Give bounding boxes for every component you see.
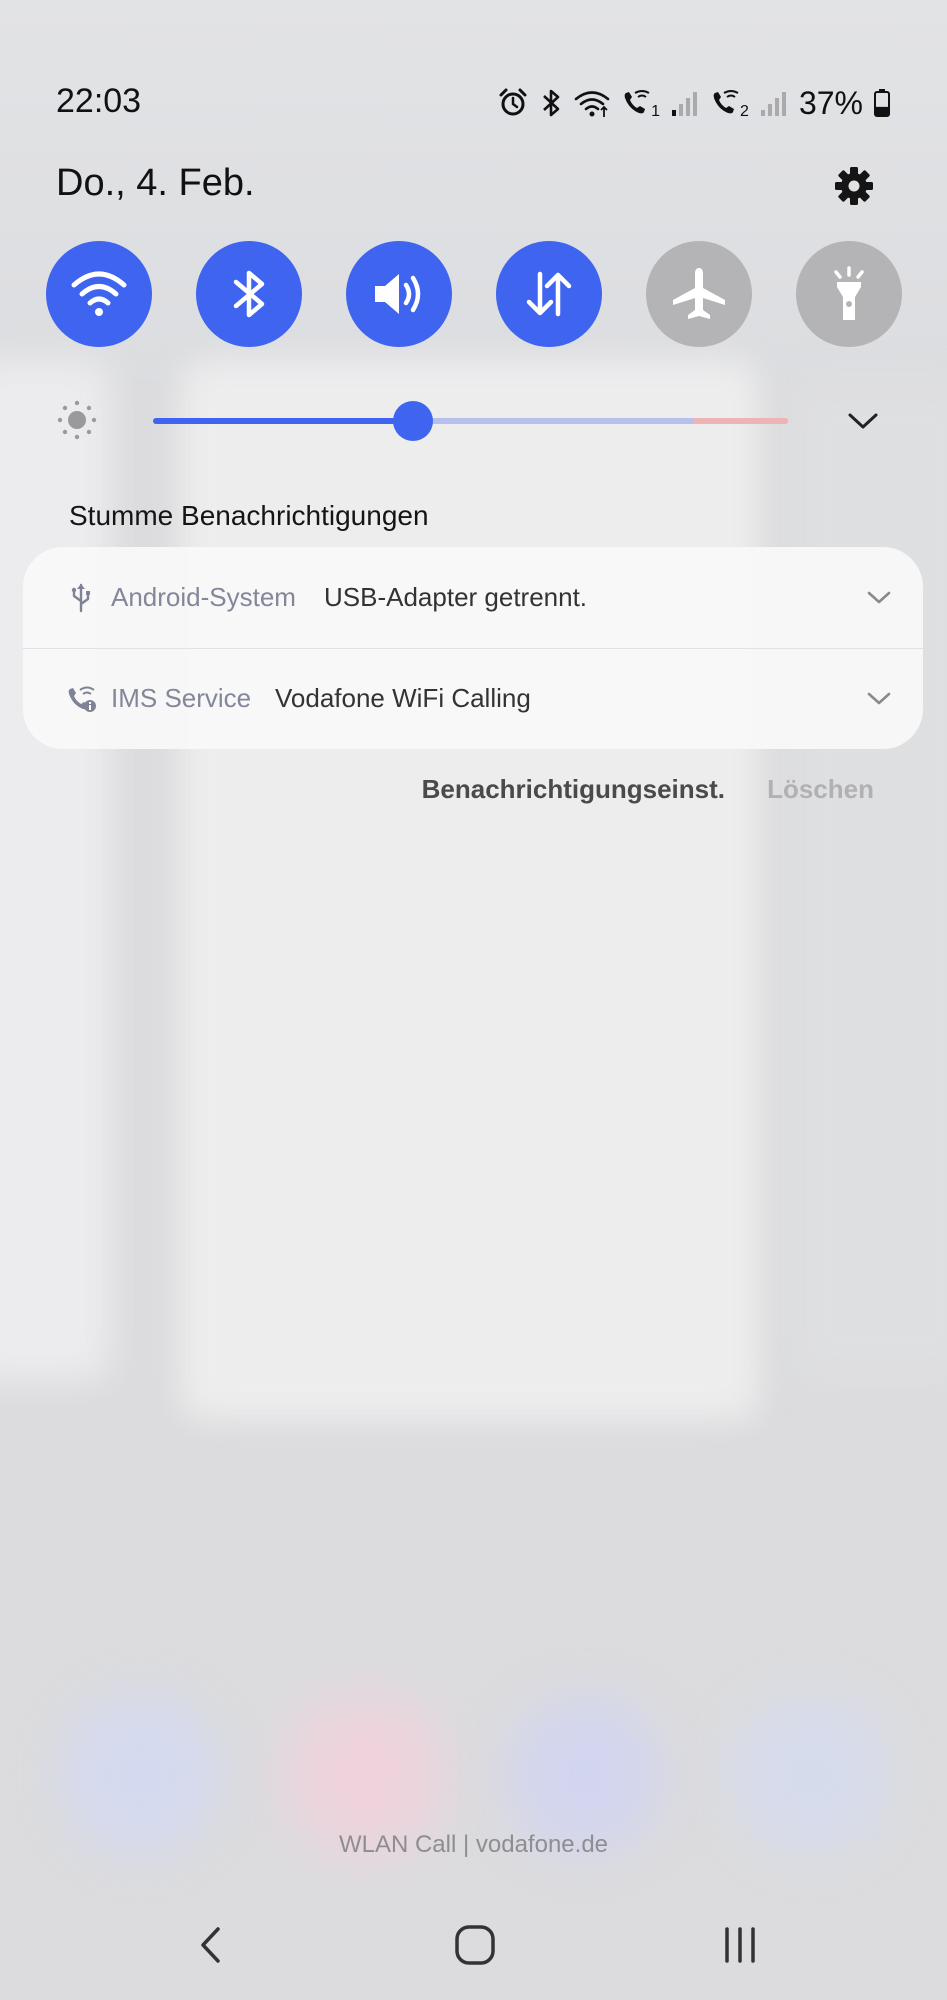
signal-sim1-icon	[670, 86, 700, 120]
brightness-control	[0, 395, 947, 445]
speaker-icon	[375, 274, 421, 314]
brightness-warning-zone	[692, 418, 788, 424]
wifi-icon	[573, 86, 611, 120]
clock: 22:03	[56, 82, 142, 120]
notification-settings-button[interactable]: Benachrichtigungseinst.	[422, 774, 725, 805]
carrier-label: WLAN Call | vodafone.de	[338, 1831, 609, 1858]
status-icons: 1 2 37%	[497, 82, 891, 124]
expand-panel-button[interactable]	[843, 401, 883, 441]
wifi-call-sim2-icon: 2	[710, 86, 749, 120]
wifi-call-icon	[65, 683, 97, 715]
clear-notifications-button[interactable]: Löschen	[767, 774, 874, 805]
chevron-down-icon	[848, 413, 878, 429]
usb-icon	[65, 582, 97, 614]
navigation-bar	[0, 1915, 947, 1975]
notification-app-name: IMS Service	[111, 683, 252, 713]
quick-settings	[46, 241, 902, 347]
bluetooth-icon	[539, 86, 563, 120]
signal-sim2-icon	[759, 86, 789, 120]
brightness-slider-fill	[153, 418, 414, 424]
expand-notification-button[interactable]	[863, 582, 895, 614]
wifi-call-sim1-icon: 1	[621, 86, 660, 120]
chevron-down-icon	[867, 692, 891, 704]
toggle-flashlight[interactable]	[796, 241, 902, 347]
brightness-slider-track[interactable]	[153, 418, 788, 424]
chevron-down-icon	[867, 591, 891, 603]
back-icon	[201, 1927, 220, 1963]
date-label: Do., 4. Feb.	[56, 162, 255, 204]
notification-text: USB-Adapter getrennt.	[324, 582, 588, 612]
data-arrows-icon	[526, 271, 572, 317]
toggle-bluetooth[interactable]	[196, 241, 302, 347]
toggle-airplane-mode[interactable]	[646, 241, 752, 347]
sim1-label: 1	[651, 103, 661, 120]
notification-item[interactable]: Android-System USB-Adapter getrennt.	[23, 547, 923, 649]
notification-actions: Benachrichtigungseinst. Löschen	[0, 770, 947, 810]
brightness-slider-thumb[interactable]	[393, 401, 434, 441]
expand-notification-button[interactable]	[863, 683, 895, 715]
toggle-mobile-data[interactable]	[496, 241, 602, 347]
brightness-sun-icon	[57, 400, 97, 440]
wifi-icon	[71, 271, 127, 316]
airplane-icon	[673, 268, 725, 319]
flashlight-icon	[834, 266, 864, 320]
alarm-icon	[497, 86, 529, 120]
battery-icon	[873, 86, 891, 120]
notification-card: Android-System USB-Adapter getrennt. IMS…	[23, 547, 923, 749]
notification-panel: 22:03 1 2 37% Do., 4. Feb. Stumme Benach…	[0, 0, 947, 2000]
notification-app-name: Android-System	[111, 582, 296, 612]
silent-notifications-title: Stumme Benachrichtigungen	[69, 500, 429, 531]
notification-item[interactable]: IMS Service Vodafone WiFi Calling	[23, 648, 923, 749]
recents-button[interactable]	[712, 1917, 768, 1973]
sim2-label: 2	[740, 103, 749, 120]
home-button[interactable]	[447, 1917, 503, 1973]
battery-percent: 37%	[798, 84, 863, 121]
gear-icon	[835, 167, 873, 205]
notification-text: Vodafone WiFi Calling	[275, 683, 531, 713]
recents-icon	[725, 1927, 755, 1963]
back-button[interactable]	[183, 1917, 239, 1973]
toggle-wifi[interactable]	[46, 241, 152, 347]
toggle-sound[interactable]	[346, 241, 452, 347]
settings-button[interactable]	[828, 160, 880, 212]
bluetooth-icon	[233, 270, 265, 318]
status-bar: 22:03 1 2 37%	[0, 78, 947, 128]
home-icon	[455, 1925, 495, 1965]
